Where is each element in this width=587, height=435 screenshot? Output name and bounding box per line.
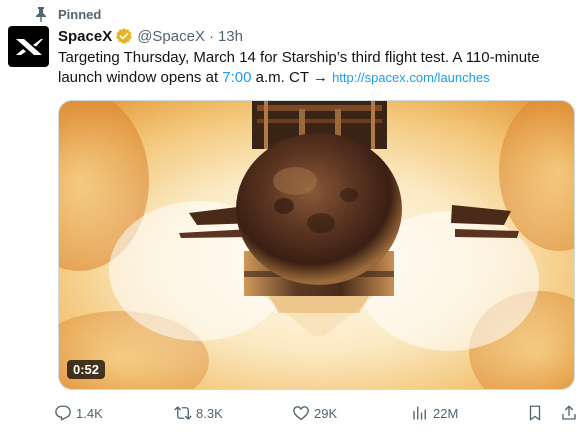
repost-count: 8.3K [196,405,223,421]
avatar[interactable] [8,26,49,67]
like-count: 29K [314,405,338,421]
time-link[interactable]: 7:00 [222,69,251,86]
share-button[interactable] [560,400,578,426]
reply-count: 1.4K [76,405,103,421]
share-icon [562,405,576,420]
video-player[interactable]: 0:52 [58,100,575,390]
view-count: 22M [433,405,459,421]
pinned-label: Pinned [58,6,102,22]
heart-icon [293,406,309,421]
tweet[interactable]: Pinned SpaceX @SpaceX · 13h Targeting Th… [0,0,587,435]
handle[interactable]: @SpaceX [137,28,205,45]
analytics-icon [413,406,426,420]
display-name[interactable]: SpaceX [58,28,112,45]
tweet-header: SpaceX @SpaceX · 13h [58,26,243,46]
spacex-logo-icon [15,38,43,55]
verified-badge-icon[interactable] [115,27,133,45]
tweet-text-part2: a.m. CT → [251,69,333,86]
reply-button[interactable]: 1.4K [54,400,103,426]
like-button[interactable]: 29K [292,400,337,426]
separator: · [208,27,214,45]
action-bar: 1.4K 8.3K 29K 22M [54,400,582,426]
timestamp[interactable]: 13h [218,28,243,45]
starship-video-frame [59,101,574,389]
pin-icon [34,6,48,22]
repost-icon [174,406,192,420]
bookmark-icon [529,405,541,421]
launches-link[interactable]: http://spacex.com/launches [332,70,490,85]
repost-button[interactable]: 8.3K [174,400,223,426]
reply-icon [55,405,71,421]
views-button[interactable]: 22M [411,400,458,426]
video-duration: 0:52 [67,360,106,379]
tweet-text: Targeting Thursday, March 14 for Starshi… [58,48,578,88]
pinned-indicator: Pinned [34,4,101,24]
bookmark-button[interactable] [526,400,544,426]
